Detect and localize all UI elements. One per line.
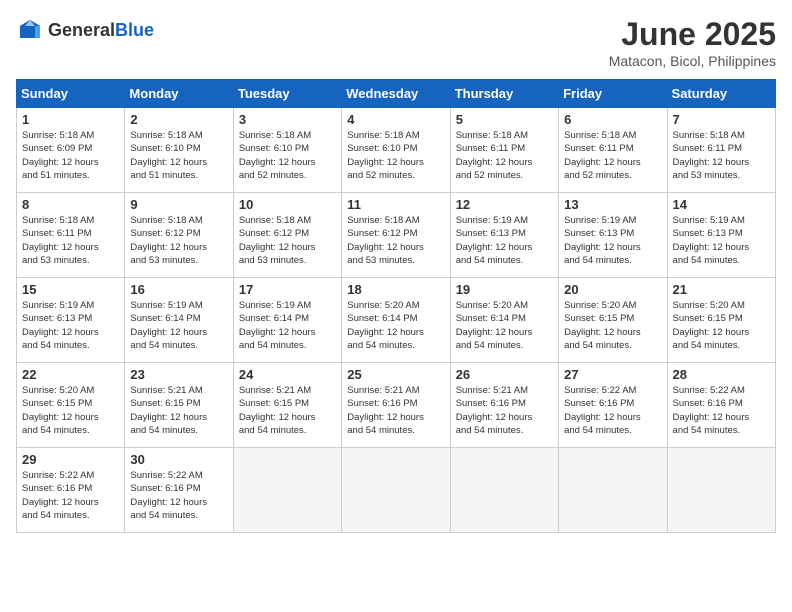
- logo-general: General: [48, 20, 115, 41]
- month-title: June 2025: [609, 16, 776, 53]
- calendar-header-monday: Monday: [125, 80, 233, 108]
- calendar-day-19: 19Sunrise: 5:20 AM Sunset: 6:14 PM Dayli…: [450, 278, 558, 363]
- week-row-5: 29Sunrise: 5:22 AM Sunset: 6:16 PM Dayli…: [17, 448, 776, 533]
- calendar-day-30: 30Sunrise: 5:22 AM Sunset: 6:16 PM Dayli…: [125, 448, 233, 533]
- calendar-header-friday: Friday: [559, 80, 667, 108]
- calendar-day-24: 24Sunrise: 5:21 AM Sunset: 6:15 PM Dayli…: [233, 363, 341, 448]
- logo-icon: [16, 16, 44, 44]
- location-title: Matacon, Bicol, Philippines: [609, 53, 776, 69]
- calendar-day-21: 21Sunrise: 5:20 AM Sunset: 6:15 PM Dayli…: [667, 278, 775, 363]
- calendar-day-9: 9Sunrise: 5:18 AM Sunset: 6:12 PM Daylig…: [125, 193, 233, 278]
- calendar-day-empty: [667, 448, 775, 533]
- calendar-day-empty: [233, 448, 341, 533]
- calendar-day-27: 27Sunrise: 5:22 AM Sunset: 6:16 PM Dayli…: [559, 363, 667, 448]
- calendar-day-20: 20Sunrise: 5:20 AM Sunset: 6:15 PM Dayli…: [559, 278, 667, 363]
- calendar-day-12: 12Sunrise: 5:19 AM Sunset: 6:13 PM Dayli…: [450, 193, 558, 278]
- calendar-header-row: SundayMondayTuesdayWednesdayThursdayFrid…: [17, 80, 776, 108]
- calendar-day-18: 18Sunrise: 5:20 AM Sunset: 6:14 PM Dayli…: [342, 278, 450, 363]
- calendar-day-8: 8Sunrise: 5:18 AM Sunset: 6:11 PM Daylig…: [17, 193, 125, 278]
- calendar-day-14: 14Sunrise: 5:19 AM Sunset: 6:13 PM Dayli…: [667, 193, 775, 278]
- calendar-day-empty: [342, 448, 450, 533]
- calendar-day-10: 10Sunrise: 5:18 AM Sunset: 6:12 PM Dayli…: [233, 193, 341, 278]
- calendar-header-saturday: Saturday: [667, 80, 775, 108]
- calendar-day-11: 11Sunrise: 5:18 AM Sunset: 6:12 PM Dayli…: [342, 193, 450, 278]
- week-row-3: 15Sunrise: 5:19 AM Sunset: 6:13 PM Dayli…: [17, 278, 776, 363]
- header: General Blue June 2025 Matacon, Bicol, P…: [16, 16, 776, 69]
- calendar-day-17: 17Sunrise: 5:19 AM Sunset: 6:14 PM Dayli…: [233, 278, 341, 363]
- calendar: SundayMondayTuesdayWednesdayThursdayFrid…: [16, 79, 776, 533]
- calendar-day-13: 13Sunrise: 5:19 AM Sunset: 6:13 PM Dayli…: [559, 193, 667, 278]
- calendar-day-4: 4Sunrise: 5:18 AM Sunset: 6:10 PM Daylig…: [342, 108, 450, 193]
- calendar-day-7: 7Sunrise: 5:18 AM Sunset: 6:11 PM Daylig…: [667, 108, 775, 193]
- title-area: June 2025 Matacon, Bicol, Philippines: [609, 16, 776, 69]
- calendar-day-29: 29Sunrise: 5:22 AM Sunset: 6:16 PM Dayli…: [17, 448, 125, 533]
- calendar-day-28: 28Sunrise: 5:22 AM Sunset: 6:16 PM Dayli…: [667, 363, 775, 448]
- calendar-day-26: 26Sunrise: 5:21 AM Sunset: 6:16 PM Dayli…: [450, 363, 558, 448]
- calendar-header-thursday: Thursday: [450, 80, 558, 108]
- calendar-day-1: 1Sunrise: 5:18 AM Sunset: 6:09 PM Daylig…: [17, 108, 125, 193]
- calendar-header-wednesday: Wednesday: [342, 80, 450, 108]
- calendar-day-23: 23Sunrise: 5:21 AM Sunset: 6:15 PM Dayli…: [125, 363, 233, 448]
- logo: General Blue: [16, 16, 154, 44]
- calendar-header-sunday: Sunday: [17, 80, 125, 108]
- calendar-day-22: 22Sunrise: 5:20 AM Sunset: 6:15 PM Dayli…: [17, 363, 125, 448]
- calendar-day-5: 5Sunrise: 5:18 AM Sunset: 6:11 PM Daylig…: [450, 108, 558, 193]
- calendar-day-2: 2Sunrise: 5:18 AM Sunset: 6:10 PM Daylig…: [125, 108, 233, 193]
- week-row-4: 22Sunrise: 5:20 AM Sunset: 6:15 PM Dayli…: [17, 363, 776, 448]
- calendar-day-25: 25Sunrise: 5:21 AM Sunset: 6:16 PM Dayli…: [342, 363, 450, 448]
- logo-blue: Blue: [115, 20, 154, 41]
- calendar-day-15: 15Sunrise: 5:19 AM Sunset: 6:13 PM Dayli…: [17, 278, 125, 363]
- calendar-day-3: 3Sunrise: 5:18 AM Sunset: 6:10 PM Daylig…: [233, 108, 341, 193]
- calendar-day-16: 16Sunrise: 5:19 AM Sunset: 6:14 PM Dayli…: [125, 278, 233, 363]
- calendar-day-empty: [450, 448, 558, 533]
- week-row-2: 8Sunrise: 5:18 AM Sunset: 6:11 PM Daylig…: [17, 193, 776, 278]
- calendar-header-tuesday: Tuesday: [233, 80, 341, 108]
- calendar-day-empty: [559, 448, 667, 533]
- week-row-1: 1Sunrise: 5:18 AM Sunset: 6:09 PM Daylig…: [17, 108, 776, 193]
- calendar-day-6: 6Sunrise: 5:18 AM Sunset: 6:11 PM Daylig…: [559, 108, 667, 193]
